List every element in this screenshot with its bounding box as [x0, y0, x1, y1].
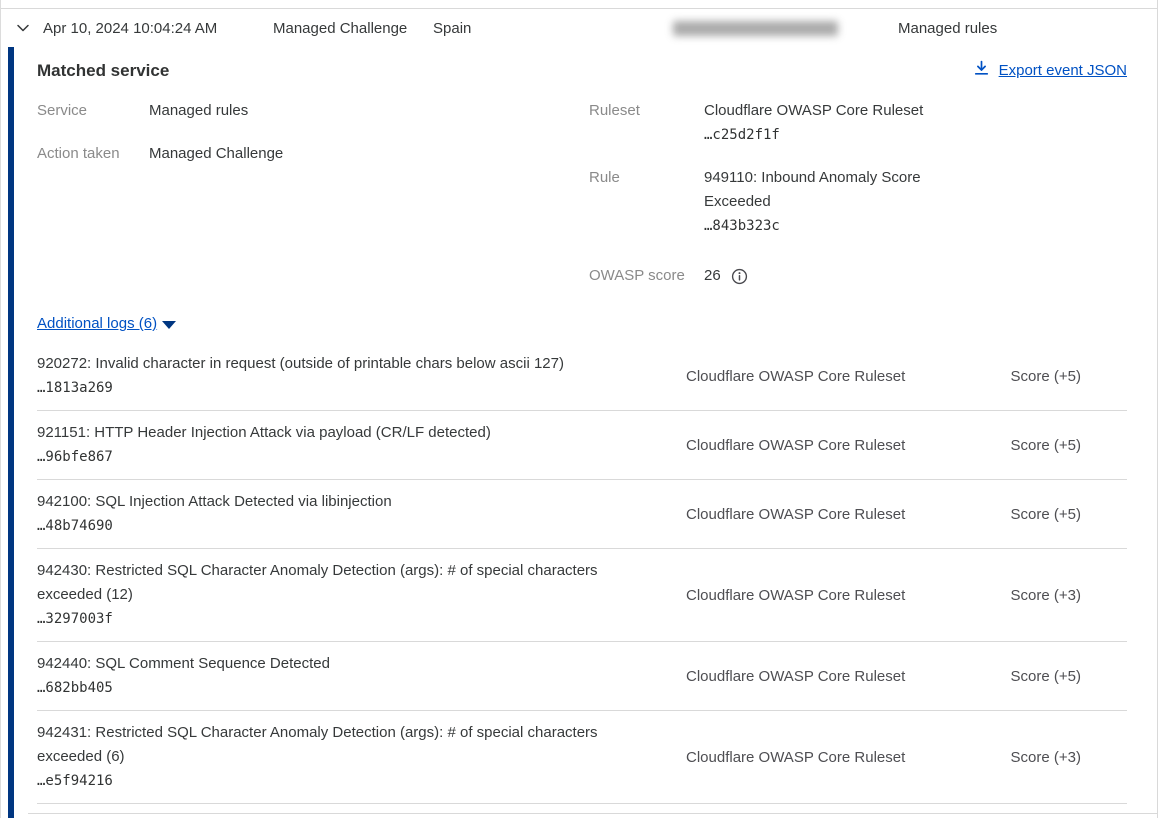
log-rule-description: 920272: Invalid character in request (ou… [37, 352, 637, 376]
log-rule-description: 921151: HTTP Header Injection Attack via… [37, 421, 637, 445]
rule-label: Rule [589, 166, 704, 238]
additional-logs-table: 920272: Invalid character in request (ou… [37, 342, 1127, 804]
log-score: Score (+5) [937, 668, 1127, 685]
log-rule-id: …48b74690 [37, 514, 637, 538]
export-event-json-button[interactable]: Export event JSON [973, 60, 1127, 81]
log-rule-description: 942100: SQL Injection Attack Detected vi… [37, 490, 637, 514]
event-service: Managed rules [898, 20, 997, 37]
event-action: Managed Challenge [273, 20, 433, 37]
service-label: Service [37, 99, 149, 123]
expanded-row-accent-bar [8, 47, 14, 818]
event-detail-panel: Matched service Export event JSON Servic… [1, 47, 1157, 818]
action-taken-label: Action taken [37, 142, 149, 166]
export-json-link[interactable]: Export event JSON [999, 62, 1127, 79]
ruleset-value: Cloudflare OWASP Core Ruleset [704, 99, 923, 123]
service-value: Managed rules [149, 99, 248, 123]
info-icon[interactable] [731, 268, 748, 285]
log-ruleset: Cloudflare OWASP Core Ruleset [637, 437, 937, 454]
collapse-chevron-icon[interactable] [14, 19, 32, 37]
log-ruleset: Cloudflare OWASP Core Ruleset [637, 368, 937, 385]
log-row: 942430: Restricted SQL Character Anomaly… [37, 549, 1127, 642]
owasp-score-value: 26 [704, 264, 721, 288]
log-rule-description: 942431: Restricted SQL Character Anomaly… [37, 721, 637, 769]
log-rule-id: …96bfe867 [37, 445, 637, 469]
additional-logs-toggle[interactable]: Additional logs (6) [37, 315, 1127, 332]
redacted-text [673, 21, 838, 36]
dropdown-triangle-icon [162, 321, 176, 329]
panel-bottom-divider [28, 813, 1157, 814]
log-ruleset: Cloudflare OWASP Core Ruleset [637, 749, 937, 766]
ruleset-label: Ruleset [589, 99, 704, 147]
additional-logs-link[interactable]: Additional logs (6) [37, 315, 157, 332]
log-row: 921151: HTTP Header Injection Attack via… [37, 411, 1127, 480]
security-event-detail-page: Apr 10, 2024 10:04:24 AM Managed Challen… [0, 0, 1158, 818]
log-ruleset: Cloudflare OWASP Core Ruleset [637, 668, 937, 685]
log-rule-id: …e5f94216 [37, 769, 637, 793]
log-score: Score (+5) [937, 437, 1127, 454]
log-score: Score (+5) [937, 368, 1127, 385]
log-ruleset: Cloudflare OWASP Core Ruleset [637, 587, 937, 604]
log-ruleset: Cloudflare OWASP Core Ruleset [637, 506, 937, 523]
log-score: Score (+5) [937, 506, 1127, 523]
rule-value: 949110: Inbound Anomaly Score Exceeded [704, 166, 944, 214]
log-rule-id: …3297003f [37, 607, 637, 631]
action-taken-value: Managed Challenge [149, 142, 283, 166]
ruleset-id-hash: …c25d2f1f [704, 123, 923, 147]
owasp-score-label: OWASP score [589, 264, 704, 288]
rule-id-hash: …843b323c [704, 214, 944, 238]
log-row: 942440: SQL Comment Sequence Detected …6… [37, 642, 1127, 711]
log-rule-description: 942430: Restricted SQL Character Anomaly… [37, 559, 637, 607]
download-icon [973, 60, 990, 81]
event-header-row[interactable]: Apr 10, 2024 10:04:24 AM Managed Challen… [1, 8, 1157, 47]
panel-title: Matched service [37, 61, 169, 81]
log-row: 920272: Invalid character in request (ou… [37, 342, 1127, 411]
log-row: 942100: SQL Injection Attack Detected vi… [37, 480, 1127, 549]
log-row: 942431: Restricted SQL Character Anomaly… [37, 711, 1127, 804]
log-rule-description: 942440: SQL Comment Sequence Detected [37, 652, 637, 676]
log-score: Score (+3) [937, 749, 1127, 766]
log-rule-id: …682bb405 [37, 676, 637, 700]
log-score: Score (+3) [937, 587, 1127, 604]
event-country: Spain [433, 20, 673, 37]
event-timestamp: Apr 10, 2024 10:04:24 AM [43, 20, 273, 37]
log-rule-id: …1813a269 [37, 376, 637, 400]
